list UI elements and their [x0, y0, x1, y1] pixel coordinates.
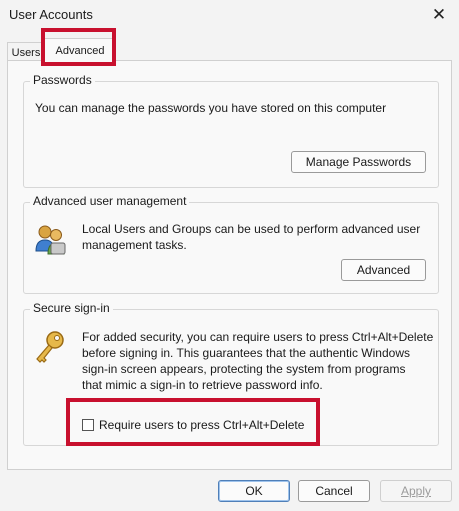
- apply-button-label: Apply: [400, 484, 432, 498]
- ctrl-alt-delete-checkbox[interactable]: [82, 419, 94, 431]
- cancel-button[interactable]: Cancel: [298, 480, 370, 502]
- advanced-button[interactable]: Advanced: [341, 259, 426, 281]
- ctrl-alt-delete-checkbox-label[interactable]: Require users to press Ctrl+Alt+Delete: [99, 417, 304, 433]
- passwords-group-title: Passwords: [30, 73, 95, 87]
- advanced-button-label: Advanced: [356, 263, 411, 277]
- secure-signin-text-line1: For added security, you can require user…: [82, 330, 434, 344]
- tab-users[interactable]: Users: [7, 42, 45, 62]
- passwords-description: You can manage the passwords you have st…: [35, 101, 387, 115]
- apply-button[interactable]: Apply: [380, 480, 452, 502]
- users-group-icon: [33, 221, 69, 257]
- window-title: User Accounts: [9, 7, 93, 22]
- secure-signin-text-line3: sign-in screen appears, protecting the s…: [82, 362, 406, 376]
- manage-passwords-label: Manage Passwords: [305, 155, 412, 169]
- title-bar: User Accounts ✕: [0, 0, 459, 30]
- advanced-user-management-text-line1: Local Users and Groups can be used to pe…: [82, 222, 421, 236]
- cancel-button-label: Cancel: [315, 484, 353, 498]
- tab-advanced[interactable]: Advanced: [44, 38, 116, 63]
- secure-signin-group: Secure sign-in For added security, you c…: [23, 301, 439, 446]
- secure-signin-text-line2: before signing in. This guarantees that …: [82, 346, 410, 360]
- advanced-user-management-text-line2: management tasks.: [82, 238, 187, 252]
- tab-advanced-label: Advanced: [55, 45, 105, 57]
- ok-button-label: OK: [245, 484, 263, 498]
- advanced-user-management-group: Advanced user management Local Users and…: [23, 194, 439, 294]
- secure-signin-title: Secure sign-in: [30, 301, 113, 315]
- key-icon: [33, 330, 67, 366]
- tab-users-label: Users: [11, 46, 41, 59]
- manage-passwords-button[interactable]: Manage Passwords: [291, 151, 426, 173]
- passwords-group: Passwords You can manage the passwords y…: [23, 73, 439, 188]
- advanced-user-management-title: Advanced user management: [30, 194, 190, 208]
- advanced-tab-panel: Passwords You can manage the passwords y…: [7, 60, 452, 470]
- ok-button[interactable]: OK: [218, 480, 290, 502]
- close-icon[interactable]: ✕: [428, 4, 450, 26]
- dialog-footer: OK Cancel Apply: [0, 474, 459, 511]
- secure-signin-text-line4: that mimic a sign-in to retrieve passwor…: [82, 378, 323, 392]
